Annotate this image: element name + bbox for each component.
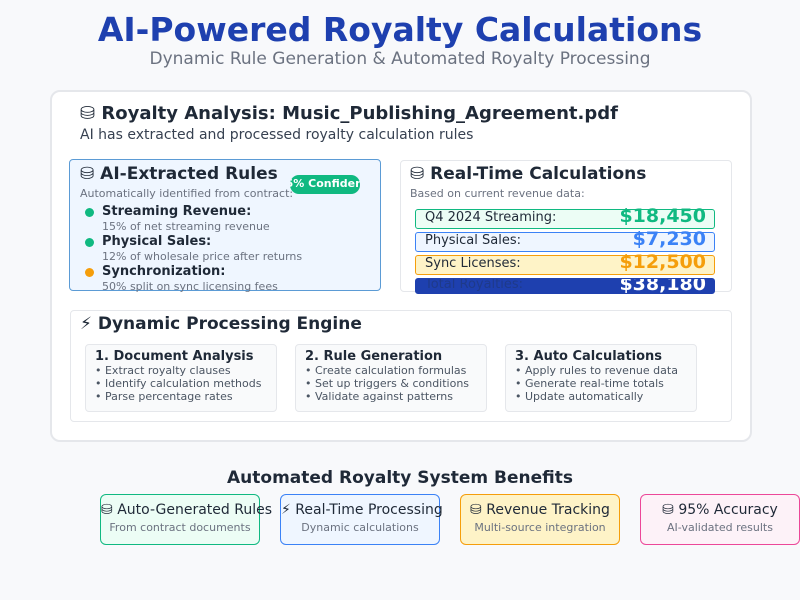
step-item: • Update automatically xyxy=(515,390,644,403)
step-title: 3. Auto Calculations xyxy=(515,349,663,364)
rule-name: Synchronization: xyxy=(102,264,226,279)
page-subtitle: Dynamic Rule Generation & Automated Roya… xyxy=(149,49,651,69)
rules-heading: ⛁ AI-Extracted Rules xyxy=(80,164,278,184)
benefit-desc: Multi-source integration xyxy=(474,521,606,534)
step-item: • Parse percentage rates xyxy=(95,390,233,403)
rules-title: AI-Extracted Rules xyxy=(100,164,278,184)
analysis-heading: ⛁ Royalty Analysis: Music_Publishing_Agr… xyxy=(80,103,618,124)
calculations-heading: ⛁ Real-Time Calculations xyxy=(410,164,646,184)
rules-subtitle: Automatically identified from contract: xyxy=(80,187,294,200)
benefit-label: ⛁ Auto-Generated Rules xyxy=(101,502,273,518)
benefit-card: ⛁ Revenue Tracking Multi-source integrat… xyxy=(460,494,620,545)
calc-value: $7,230 xyxy=(632,228,706,250)
status-dot xyxy=(85,238,94,247)
step-item: • Generate real-time totals xyxy=(515,377,664,390)
lightning-icon: ⚡ xyxy=(281,502,291,518)
benefit-desc: Dynamic calculations xyxy=(301,521,419,534)
status-dot xyxy=(85,268,94,277)
rule-name: Streaming Revenue: xyxy=(102,204,252,219)
step-title: 1. Document Analysis xyxy=(95,349,254,364)
calc-value: $12,500 xyxy=(619,251,706,273)
calc-row-streaming: Q4 2024 Streaming: $18,450 xyxy=(415,205,715,229)
benefit-label: ⛁ 95% Accuracy xyxy=(662,502,778,518)
rule-name: Physical Sales: xyxy=(102,234,212,249)
analysis-title: Royalty Analysis: Music_Publishing_Agree… xyxy=(101,103,618,124)
step-item: • Validate against patterns xyxy=(305,390,453,403)
benefits-title: Automated Royalty System Benefits xyxy=(227,468,573,488)
calculations-subtitle: Based on current revenue data: xyxy=(410,187,585,200)
rule-desc: 15% of net streaming revenue xyxy=(102,220,270,233)
step-item: • Extract royalty clauses xyxy=(95,364,231,377)
benefit-card: ⚡ Real-Time Processing Dynamic calculati… xyxy=(280,494,443,545)
calc-value: $18,450 xyxy=(619,205,706,227)
status-dot xyxy=(85,208,94,217)
document-icon: ⛁ xyxy=(80,103,96,124)
benefit-desc: AI-validated results xyxy=(667,521,773,534)
benefit-label: ⚡ Real-Time Processing xyxy=(281,502,443,518)
step-title: 2. Rule Generation xyxy=(305,349,443,364)
step-item: • Create calculation formulas xyxy=(305,364,467,377)
rule-desc: 12% of wholesale price after returns xyxy=(102,250,303,263)
calc-row-sync: Sync Licenses: $12,500 xyxy=(415,251,715,275)
calc-value: $38,180 xyxy=(619,278,706,294)
calc-row-physical: Physical Sales: $7,230 xyxy=(415,228,715,252)
benefit-card: ⛁ Auto-Generated Rules From contract doc… xyxy=(100,494,273,545)
target-icon: ⛁ xyxy=(662,502,674,518)
calc-label: Total Royalties: xyxy=(425,278,524,292)
analysis-subtitle: AI has extracted and processed royalty c… xyxy=(80,127,474,143)
calculations-title: Real-Time Calculations xyxy=(430,164,647,184)
calc-label: Physical Sales: xyxy=(425,233,521,248)
lightning-icon: ⚡ xyxy=(80,314,92,334)
confidence-label: 95% Confidence xyxy=(290,177,360,190)
benefit-label: ⛁ Revenue Tracking xyxy=(470,502,610,518)
rules-icon: ⛁ xyxy=(80,164,95,184)
calc-row-total: Total Royalties: $38,180 xyxy=(415,278,715,294)
engine-heading: ⚡ Dynamic Processing Engine xyxy=(80,314,362,334)
step-item: • Identify calculation methods xyxy=(95,377,262,390)
calc-label: Q4 2024 Streaming: xyxy=(425,210,557,225)
engine-title: Dynamic Processing Engine xyxy=(97,314,362,334)
confidence-badge: 95% Confidence xyxy=(290,175,360,194)
page-title: AI-Powered Royalty Calculations xyxy=(97,10,703,49)
chart-icon: ⛁ xyxy=(470,502,482,518)
chart-icon: ⛁ xyxy=(410,164,425,184)
benefit-desc: From contract documents xyxy=(109,521,251,534)
step-item: • Apply rules to revenue data xyxy=(515,364,678,377)
benefit-card: ⛁ 95% Accuracy AI-validated results xyxy=(640,494,800,545)
gear-icon: ⛁ xyxy=(101,502,113,518)
rule-desc: 50% split on sync licensing fees xyxy=(102,280,278,293)
step-item: • Set up triggers & conditions xyxy=(305,377,470,390)
calc-label: Sync Licenses: xyxy=(425,256,521,271)
